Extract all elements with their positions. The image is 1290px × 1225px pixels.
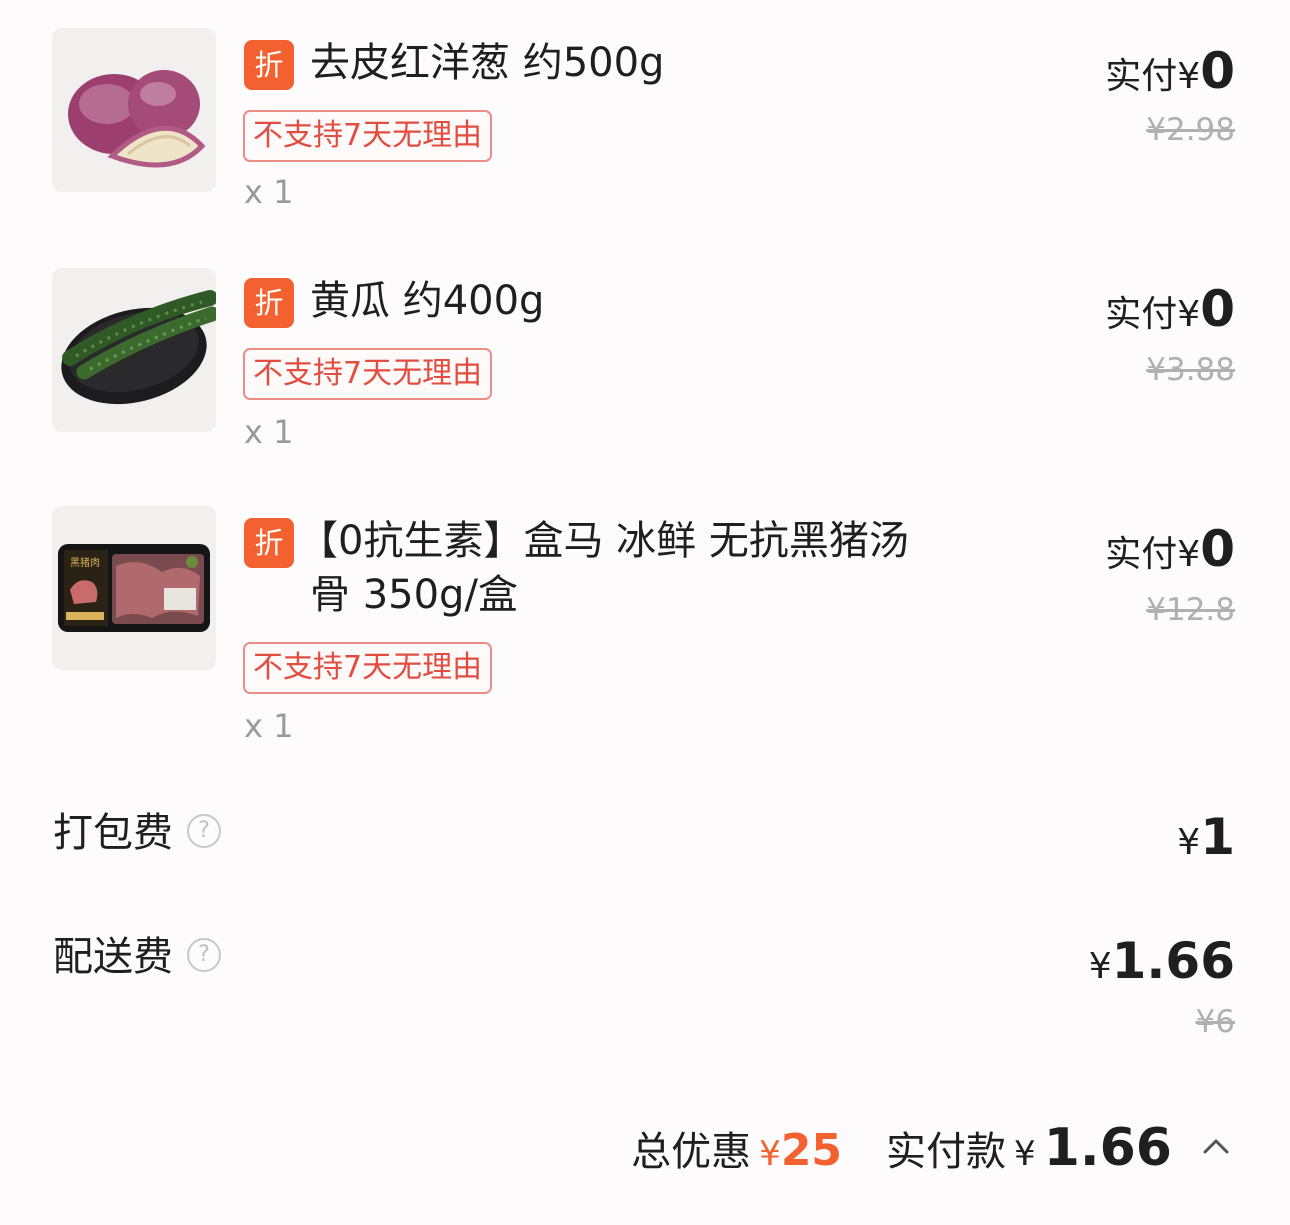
currency-symbol: ¥ (1088, 946, 1112, 987)
order-item[interactable]: 折 黄瓜 约400g 不支持7天无理由 x 1 实付¥0 ¥3.88 (0, 240, 1290, 480)
paid-price-label: 实付¥ (1105, 534, 1201, 575)
chevron-up-icon[interactable] (1202, 1128, 1230, 1163)
discount-badge: 折 (244, 278, 294, 328)
product-name[interactable]: 黄瓜 约400g (310, 274, 990, 328)
packing-fee-label: 打包费? (53, 800, 221, 858)
order-item[interactable]: 黑猪肉 折 【0抗生素】盒马 冰鲜 无抗黑猪汤 骨 350g/盒 不支持7天无理… (0, 480, 1290, 770)
original-price: ¥2.98 (1146, 112, 1235, 148)
discount-badge: 折 (244, 518, 294, 568)
discount-badge: 折 (244, 40, 294, 90)
delivery-fee-amount: 1.66 (1111, 932, 1235, 990)
product-image-red-onion[interactable] (52, 28, 216, 192)
total-paid-currency: ¥ (1014, 1134, 1036, 1174)
paid-price: 实付¥0 (1105, 280, 1235, 338)
product-image-pork-bone[interactable]: 黑猪肉 (52, 506, 216, 670)
product-image-cucumber[interactable] (52, 268, 216, 432)
original-price: ¥12.8 (1146, 592, 1235, 628)
paid-price-label: 实付¥ (1105, 294, 1201, 335)
order-summary-bar[interactable]: 总优惠 ¥ 25 实付款 ¥ 1.66 (631, 1118, 1230, 1182)
packing-fee-text: 打包费 (53, 810, 173, 856)
paid-price: 实付¥0 (1105, 520, 1235, 578)
product-name-line2: 骨 350g/盒 (310, 572, 518, 618)
no-return-tag: 不支持7天无理由 (243, 110, 493, 162)
packing-fee-help-icon[interactable]: ? (187, 814, 221, 848)
paid-price-label: 实付¥ (1105, 56, 1201, 97)
delivery-fee-value: ¥1.66 (1089, 932, 1235, 990)
product-name[interactable]: 【0抗生素】盒马 冰鲜 无抗黑猪汤 骨 350g/盒 (298, 514, 978, 622)
paid-price: 实付¥0 (1105, 42, 1235, 100)
packing-fee-amount: 1 (1200, 808, 1235, 866)
delivery-fee-help-icon[interactable]: ? (187, 938, 221, 972)
delivery-fee-text: 配送费 (53, 934, 173, 980)
quantity: x 1 (244, 413, 294, 451)
total-discount-value: 25 (780, 1125, 843, 1176)
product-name-line1: 黄瓜 约400g (310, 278, 545, 324)
paid-price-value: 0 (1200, 42, 1235, 100)
order-item[interactable]: 折 去皮红洋葱 约500g 不支持7天无理由 x 1 实付¥0 ¥2.98 (0, 0, 1290, 240)
total-paid-label: 实付款 (886, 1129, 1007, 1175)
no-return-tag: 不支持7天无理由 (243, 642, 493, 694)
product-name-line1: 去皮红洋葱 约500g (310, 40, 665, 86)
original-price: ¥3.88 (1146, 352, 1235, 388)
paid-price-value: 0 (1200, 520, 1235, 578)
quantity: x 1 (244, 173, 294, 211)
paid-price-value: 0 (1200, 280, 1235, 338)
delivery-fee-original: ¥6 (1195, 1004, 1235, 1040)
no-return-tag: 不支持7天无理由 (243, 348, 493, 400)
packing-fee-value: ¥1 (1177, 808, 1235, 866)
currency-symbol: ¥ (1177, 822, 1201, 863)
total-discount-label: 总优惠 (631, 1129, 752, 1175)
product-name-line1: 【0抗生素】盒马 冰鲜 无抗黑猪汤 (298, 518, 909, 564)
product-name[interactable]: 去皮红洋葱 约500g (310, 36, 990, 90)
total-discount-currency: ¥ (759, 1134, 781, 1174)
svg-text:黑猪肉: 黑猪肉 (70, 556, 100, 569)
quantity: x 1 (244, 707, 294, 745)
delivery-fee-label: 配送费? (53, 924, 221, 982)
total-paid-value: 1.66 (1043, 1118, 1172, 1178)
